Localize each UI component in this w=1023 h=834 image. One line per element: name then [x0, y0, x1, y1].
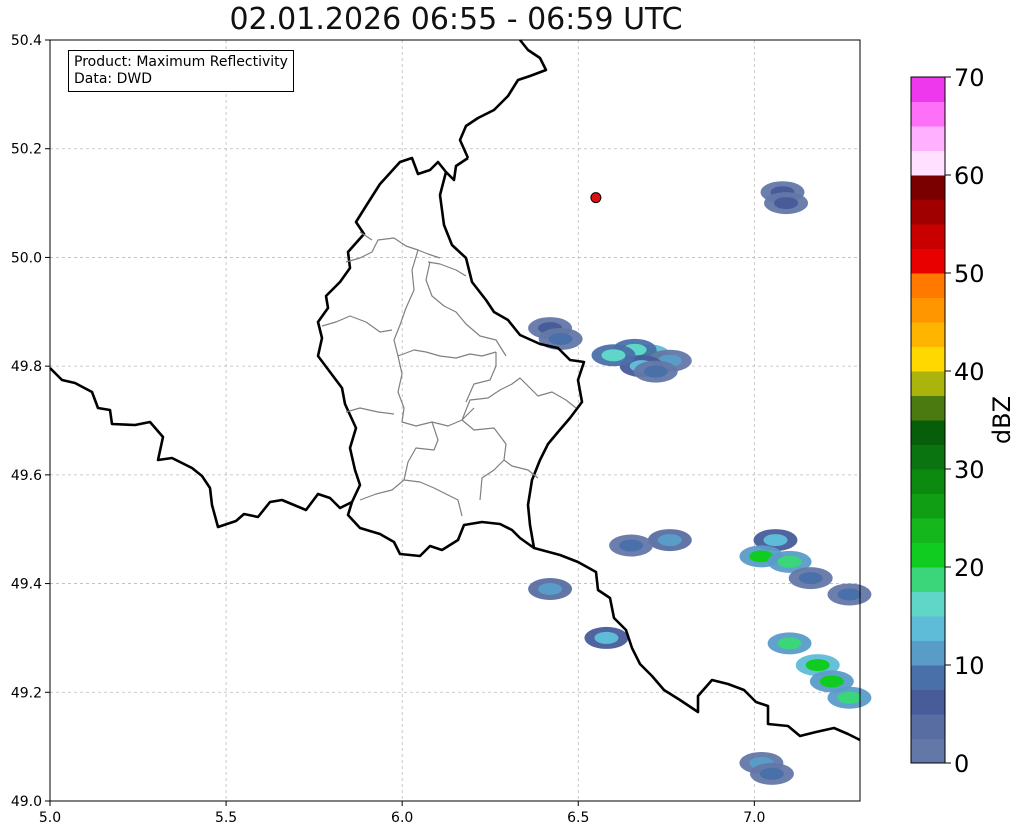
- x-tick-label: 5.0: [39, 810, 61, 826]
- x-tick-label: 7.0: [743, 810, 765, 826]
- x-axis-ticks: 5.0 5.5 6.0 6.5 7.0: [39, 801, 765, 826]
- radar-echo-core: [538, 583, 563, 596]
- radar-echo-core: [798, 572, 823, 585]
- radar-echo-core: [763, 534, 788, 547]
- y-tick-label: 49.0: [11, 794, 42, 810]
- x-tick-label: 6.5: [567, 810, 589, 826]
- y-tick-label: 50.4: [11, 33, 42, 49]
- radar-echo-core: [759, 767, 784, 780]
- y-tick-label: 49.4: [11, 577, 42, 593]
- radar-echo-core: [594, 631, 619, 644]
- radar-echo-core: [619, 539, 644, 552]
- radar-site-marker: [590, 192, 602, 204]
- radar-echo-core: [601, 349, 626, 362]
- radar-echo-core: [837, 588, 862, 601]
- radar-echo-core: [643, 365, 668, 378]
- radar-echo-core: [777, 637, 802, 650]
- y-tick-label: 50.0: [11, 250, 42, 266]
- radar-echo-core: [548, 332, 573, 345]
- radar-echo-core: [777, 555, 802, 568]
- radar-map[interactable]: 5.0 5.5 6.0 6.5 7.0 50.4 50.2 50.0 49.8 49.6 49.4…: [0, 0, 1023, 834]
- info-box: Product: Maximum Reflectivity Data: DWD: [68, 50, 294, 92]
- y-tick-label: 49.8: [11, 359, 42, 375]
- y-tick-label: 50.2: [11, 142, 42, 158]
- y-tick-label: 49.6: [11, 468, 42, 484]
- y-axis-ticks: 50.4 50.2 50.0 49.8 49.6 49.4 49.2 49.0: [11, 33, 50, 810]
- x-tick-label: 5.5: [215, 810, 237, 826]
- radar-echo-core: [805, 659, 830, 672]
- y-tick-label: 49.2: [11, 685, 42, 701]
- x-tick-label: 6.0: [391, 810, 413, 826]
- radar-echo-core: [819, 675, 844, 688]
- info-data-source: Data: DWD: [74, 71, 152, 87]
- radar-echo-core: [837, 691, 862, 704]
- info-product: Product: Maximum Reflectivity: [74, 54, 288, 70]
- radar-echo-core: [657, 534, 682, 547]
- radar-echo-core: [774, 197, 799, 210]
